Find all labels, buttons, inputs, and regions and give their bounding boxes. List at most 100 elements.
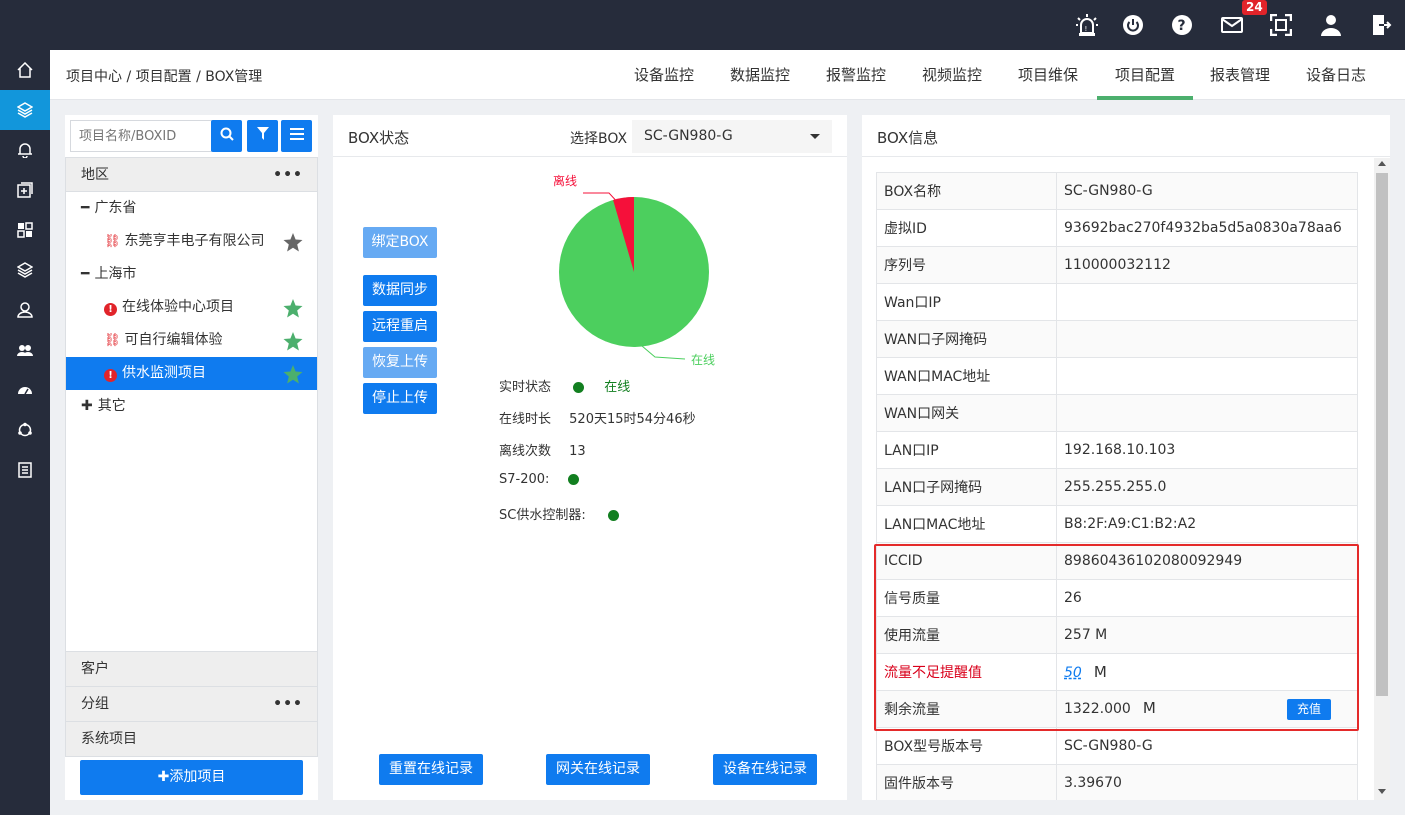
info-key: 序列号 bbox=[876, 246, 1057, 284]
offline-count-row: 离线次数 13 bbox=[499, 440, 586, 459]
search-button[interactable] bbox=[211, 120, 242, 152]
remote-reboot-button[interactable]: 远程重启 bbox=[363, 311, 437, 342]
user-icon[interactable] bbox=[1318, 12, 1344, 38]
scroll-up-icon[interactable] bbox=[1378, 161, 1386, 166]
tree-node-guangdong[interactable]: ━ 广东省 bbox=[66, 192, 317, 225]
filter-button[interactable] bbox=[247, 120, 278, 152]
tab-project-config[interactable]: 项目配置 bbox=[1097, 50, 1193, 100]
box-select-value: SC-GN980-G bbox=[644, 128, 733, 144]
online-duration-value: 520天15时54分46秒 bbox=[569, 412, 696, 427]
expand-icon[interactable]: ✚ bbox=[81, 398, 93, 414]
device-online-record-button[interactable]: 设备在线记录 bbox=[713, 754, 817, 785]
layers-icon[interactable] bbox=[0, 90, 50, 130]
cycle-icon[interactable] bbox=[0, 410, 50, 450]
scrollbar-thumb[interactable] bbox=[1376, 173, 1388, 696]
tree-node-editable[interactable]: ⛓ 可自行编辑体验 bbox=[66, 324, 317, 357]
list-icon[interactable] bbox=[0, 450, 50, 490]
s7-label: S7-200: bbox=[499, 472, 550, 487]
tab-alarm-monitor[interactable]: 报警监控 bbox=[813, 50, 899, 100]
highlight-box bbox=[874, 544, 1359, 731]
info-key: WAN口网关 bbox=[876, 394, 1057, 432]
fullscreen-icon[interactable] bbox=[1268, 12, 1294, 38]
s7-row: S7-200: bbox=[499, 472, 579, 487]
resume-upload-button[interactable]: 恢复上传 bbox=[363, 347, 437, 378]
help-icon[interactable]: ? bbox=[1169, 12, 1195, 38]
online-status-pie-chart: 离线 在线 bbox=[553, 173, 715, 367]
realtime-status-value: 在线 bbox=[604, 380, 631, 395]
online-duration-row: 在线时长 520天15时54分46秒 bbox=[499, 408, 696, 427]
info-key: LAN口子网掩码 bbox=[876, 468, 1057, 506]
info-value-cell bbox=[1056, 283, 1358, 321]
info-value: SC-GN980-G bbox=[1064, 183, 1153, 199]
chevron-down-icon bbox=[810, 134, 820, 139]
info-key: WAN口子网掩码 bbox=[876, 320, 1057, 358]
tree-node-dongguan[interactable]: ⛓ 东莞亨丰电子有限公司 bbox=[66, 225, 317, 258]
scroll-down-icon[interactable] bbox=[1378, 789, 1386, 794]
section-label: 系统项目 bbox=[81, 731, 137, 747]
more-icon[interactable]: ••• bbox=[273, 687, 303, 722]
tree-node-shanghai[interactable]: ━ 上海市 bbox=[66, 258, 317, 291]
add-project-button[interactable]: ✚添加项目 bbox=[80, 760, 303, 795]
group-icon[interactable] bbox=[0, 330, 50, 370]
info-row: 固件版本号 3.39670 bbox=[876, 764, 1358, 800]
info-value-cell: SC-GN980-G bbox=[1056, 727, 1358, 765]
menu-button[interactable] bbox=[281, 120, 312, 152]
tab-project-maintenance[interactable]: 项目维保 bbox=[1005, 50, 1091, 100]
tab-video-monitor[interactable]: 视频监控 bbox=[909, 50, 995, 100]
logout-icon[interactable] bbox=[1368, 12, 1394, 38]
stack-icon[interactable] bbox=[0, 250, 50, 290]
mail-icon[interactable] bbox=[1219, 12, 1245, 38]
reset-online-record-button[interactable]: 重置在线记录 bbox=[379, 754, 483, 785]
info-key: 固件版本号 bbox=[876, 764, 1057, 800]
tab-data-monitor[interactable]: 数据监控 bbox=[717, 50, 803, 100]
info-row: LAN口子网掩码 255.255.255.0 bbox=[876, 468, 1358, 506]
sidebar bbox=[0, 50, 50, 815]
gateway-online-record-button[interactable]: 网关在线记录 bbox=[546, 754, 650, 785]
info-value-cell bbox=[1056, 320, 1358, 358]
box-status-title: BOX状态 bbox=[348, 129, 410, 147]
info-value: 93692bac270f4932ba5d5a0830a78aa6 bbox=[1064, 220, 1342, 236]
home-icon[interactable] bbox=[0, 50, 50, 90]
info-key: BOX名称 bbox=[876, 172, 1057, 210]
tab-device-monitor[interactable]: 设备监控 bbox=[621, 50, 707, 100]
alarm-light-icon[interactable]: ! bbox=[1074, 12, 1100, 38]
info-value: 255.255.255.0 bbox=[1064, 479, 1167, 495]
collapse-icon[interactable]: ━ bbox=[81, 200, 89, 216]
tree-node-online-center[interactable]: ! 在线体验中心项目 bbox=[66, 291, 317, 324]
bind-box-button[interactable]: 绑定BOX bbox=[363, 227, 437, 258]
region-section-header[interactable]: 地区 ••• bbox=[66, 158, 317, 192]
offline-count-label: 离线次数 bbox=[499, 444, 552, 459]
nav-bar: 项目中心 / 项目配置 / BOX管理 设备监控 数据监控 报警监控 视频监控 … bbox=[50, 50, 1405, 100]
offline-count-value: 13 bbox=[569, 444, 586, 459]
data-sync-button[interactable]: 数据同步 bbox=[363, 275, 437, 306]
info-value-cell: 3.39670 bbox=[1056, 764, 1358, 800]
realtime-status-label: 实时状态 bbox=[499, 380, 552, 395]
customer-section[interactable]: 客户 bbox=[65, 652, 318, 687]
status-dot bbox=[607, 510, 619, 521]
bell-icon[interactable] bbox=[0, 130, 50, 170]
power-icon[interactable] bbox=[1120, 12, 1146, 38]
broken-link-icon: ⛓ bbox=[104, 234, 121, 249]
info-key: BOX型号版本号 bbox=[876, 727, 1057, 765]
tab-report-management[interactable]: 报表管理 bbox=[1197, 50, 1283, 100]
info-key: LAN口MAC地址 bbox=[876, 505, 1057, 543]
box-select[interactable]: SC-GN980-G bbox=[632, 120, 832, 153]
stop-upload-button[interactable]: 停止上传 bbox=[363, 383, 437, 414]
tree-node-water[interactable]: ! 供水监测项目 bbox=[66, 357, 317, 390]
tree-node-label: 供水监测项目 bbox=[122, 365, 206, 381]
collapse-icon[interactable]: ━ bbox=[81, 266, 89, 282]
info-value: 3.39670 bbox=[1064, 775, 1122, 791]
add-box-icon[interactable] bbox=[0, 170, 50, 210]
group-section[interactable]: 分组 ••• bbox=[65, 687, 318, 722]
more-icon[interactable]: ••• bbox=[273, 158, 303, 192]
tab-device-log[interactable]: 设备日志 bbox=[1293, 50, 1379, 100]
sc-controller-label: SC供水控制器: bbox=[499, 508, 586, 523]
tree-node-other[interactable]: ✚ 其它 bbox=[66, 390, 317, 423]
tree-node-label: 在线体验中心项目 bbox=[122, 299, 234, 315]
gauge-icon[interactable] bbox=[0, 370, 50, 410]
dashboard-icon[interactable] bbox=[0, 210, 50, 250]
search-input[interactable] bbox=[70, 120, 212, 152]
system-section[interactable]: 系统项目 bbox=[65, 722, 318, 757]
user-outline-icon[interactable] bbox=[0, 290, 50, 330]
svg-text:!: ! bbox=[1085, 25, 1088, 33]
